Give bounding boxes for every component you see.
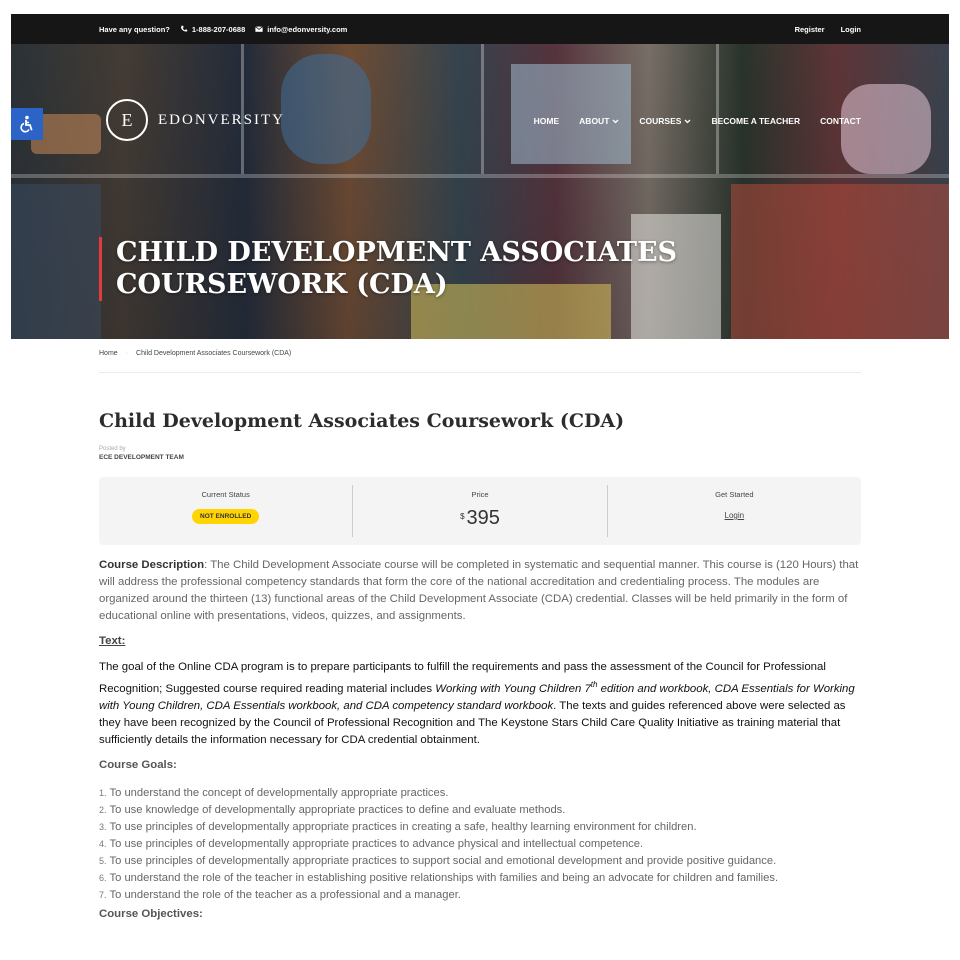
phone-icon	[180, 25, 188, 32]
chevron-down-icon	[612, 119, 619, 123]
list-number: 4.	[99, 838, 107, 849]
question-text: Have any question?	[99, 24, 170, 34]
list-item-text: To use knowledge of developmentally appr…	[109, 803, 566, 816]
course-objectives-heading: Course Objectives:	[99, 907, 203, 920]
price-column: Price $ 395	[352, 485, 606, 537]
logo-text: EDONVERSITY	[158, 111, 285, 128]
email-link[interactable]: info@edonversity.com	[255, 25, 347, 34]
price-amount: 395	[466, 507, 500, 529]
nav-about[interactable]: ABOUT	[579, 116, 619, 126]
page-title: Child Development Associates Coursework …	[99, 410, 625, 432]
course-goals-heading: Course Goals:	[99, 758, 177, 771]
breadcrumb-separator: ·	[125, 350, 129, 357]
hero-photo-tile	[841, 84, 931, 174]
status-label: Current Status	[201, 490, 250, 499]
list-item: 1. To understand the concept of developme…	[99, 785, 861, 802]
list-item-text: To use principles of developmentally app…	[109, 854, 777, 867]
phone-number: 1-888-207-0688	[191, 24, 246, 34]
description-text: : The Child Development Associate course…	[99, 559, 859, 622]
email-address: info@edonversity.com	[267, 24, 348, 34]
envelope-icon	[255, 26, 264, 32]
course-status-box: Current Status NOT ENROLLED Price $ 395 …	[99, 477, 861, 545]
top-bar: Have any question? 1-888-207-0688 info@e…	[11, 14, 949, 44]
posted-by-label: Posted by	[99, 446, 126, 452]
list-item: 2. To use knowledge of developmentally ap…	[99, 802, 861, 819]
nav-label: CONTACT	[820, 116, 861, 126]
list-number: 1.	[99, 787, 107, 798]
course-description: Course Description: The Child Developmen…	[99, 557, 861, 625]
description-label: Course Description	[99, 559, 205, 571]
list-item: 7. To understand the role of the teacher …	[99, 887, 861, 904]
nav-courses[interactable]: COURSES	[639, 116, 691, 126]
hero-divider	[716, 44, 719, 174]
list-item-text: To use principles of developmentally app…	[109, 820, 697, 833]
nav-home[interactable]: HOME	[534, 116, 560, 126]
divider	[99, 372, 861, 373]
list-item-text: To understand the concept of development…	[109, 786, 449, 799]
status-column: Current Status NOT ENROLLED	[99, 485, 352, 537]
page: Have any question? 1-888-207-0688 info@e…	[11, 14, 949, 339]
list-number: 2.	[99, 804, 107, 815]
hero-banner: E EDONVERSITY HOME ABOUT COURSES BECOME …	[11, 44, 949, 339]
list-item: 5. To use principles of developmentally a…	[99, 853, 861, 870]
hero-title-line: CHILD DEVELOPMENT ASSOCIATES	[116, 237, 678, 268]
hero-divider	[11, 174, 949, 178]
list-item: 3. To use principles of developmentally a…	[99, 819, 861, 836]
hero-title-line: COURSEWORK (CDA)	[116, 269, 448, 300]
nav-label: COURSES	[639, 116, 682, 126]
list-item-text: To use principles of developmentally app…	[109, 837, 644, 850]
get-started-column: Get Started Login	[606, 485, 861, 537]
price-currency: $	[460, 512, 465, 521]
list-item-text: To understand the role of the teacher as…	[109, 888, 461, 901]
hero-photo-tile	[731, 184, 949, 339]
status-badge: NOT ENROLLED	[192, 509, 260, 524]
nav-contact[interactable]: CONTACT	[820, 116, 861, 126]
list-item: 4. To use principles of developmentally a…	[99, 836, 861, 853]
accessibility-button[interactable]	[11, 108, 43, 140]
list-number: 7.	[99, 889, 107, 900]
get-started-label: Get Started	[715, 490, 754, 499]
site-logo[interactable]: E EDONVERSITY	[106, 99, 285, 141]
logo-letter: E	[121, 109, 133, 130]
breadcrumb: Home · Child Development Associates Cour…	[99, 350, 291, 357]
text-heading: Text:	[99, 635, 126, 647]
hero-photo-tile	[281, 54, 371, 164]
breadcrumb-home[interactable]: Home	[99, 350, 118, 357]
author-name: ECE DEVELOPMENT TEAM	[99, 454, 184, 461]
hero-title: CHILD DEVELOPMENT ASSOCIATES COURSEWORK …	[99, 237, 677, 301]
main-content: Child Development Associates Coursework …	[99, 410, 861, 920]
list-item: 6. To understand the role of the teacher …	[99, 870, 861, 887]
list-item-text: To understand the role of the teacher in…	[109, 871, 779, 884]
nav-become-teacher[interactable]: BECOME A TEACHER	[711, 116, 800, 126]
list-number: 5.	[99, 855, 107, 866]
list-number: 3.	[99, 821, 107, 832]
price-value: $ 395	[460, 507, 500, 530]
course-goals-list: 1. To understand the concept of developme…	[99, 785, 861, 904]
nav-label: BECOME A TEACHER	[711, 116, 801, 126]
get-started-login-link[interactable]: Login	[725, 511, 745, 520]
program-goal-text: The goal of the Online CDA program is to…	[99, 659, 861, 749]
main-nav: HOME ABOUT COURSES BECOME A TEACHER CONT…	[534, 116, 861, 126]
breadcrumb-current: Child Development Associates Coursework …	[136, 350, 292, 357]
login-link[interactable]: Login	[841, 25, 861, 34]
goal-text-italic: Working with Young Children 7	[435, 682, 591, 695]
register-link[interactable]: Register	[795, 25, 825, 34]
phone-link[interactable]: 1-888-207-0688	[180, 25, 245, 34]
price-label: Price	[471, 490, 489, 499]
hero-divider	[481, 44, 484, 174]
nav-label: HOME	[533, 116, 560, 126]
nav-label: ABOUT	[579, 116, 610, 126]
accessibility-icon	[20, 115, 33, 133]
hero-photo-tile	[511, 64, 631, 164]
chevron-down-icon	[684, 119, 691, 123]
hero-photo-tile	[11, 184, 101, 339]
logo-emblem: E	[106, 99, 148, 141]
list-number: 6.	[99, 872, 107, 883]
